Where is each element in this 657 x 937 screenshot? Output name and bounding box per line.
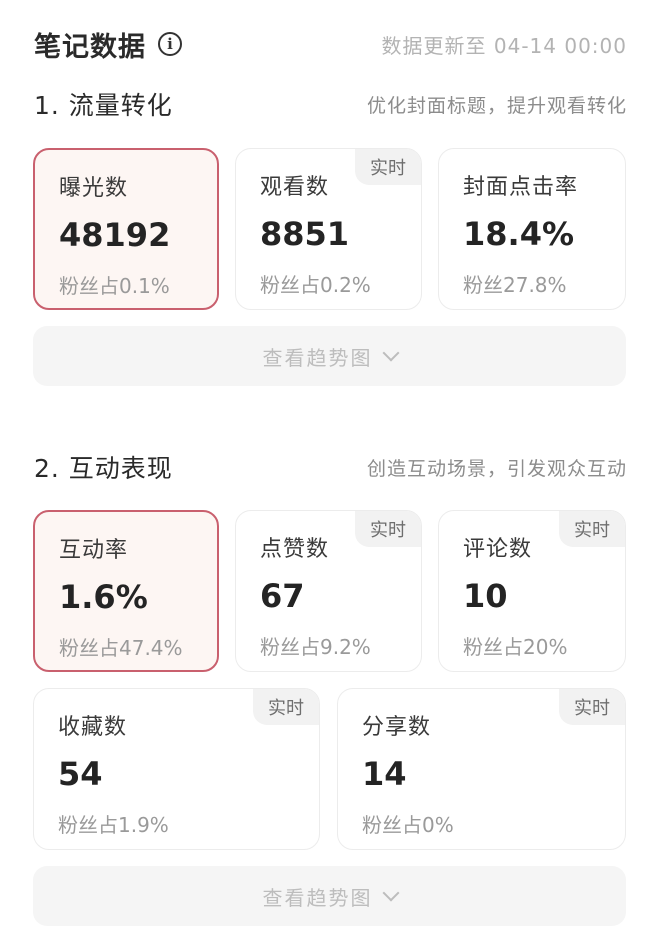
view-trend-button-engagement[interactable]: 查看趋势图 [33,866,626,926]
update-time: 数据更新至 04-14 00:00 [381,33,627,58]
section-tip: 创造互动场景，引发观众互动 [366,457,627,480]
realtime-badge: 实时 [559,689,625,725]
info-icon[interactable]: i [158,32,182,56]
section-traffic-header: 1. 流量转化 优化封面标题，提升观看转化 [34,84,627,124]
metric-value: 8851 [260,215,350,253]
metric-card-views[interactable]: 观看数 8851 粉丝占0.2% 实时 [235,148,422,310]
header: 笔记数据 i 数据更新至 04-14 00:00 [34,22,627,66]
metric-label: 互动率 [59,538,129,563]
metric-card-shares[interactable]: 分享数 14 粉丝占0% 实时 [337,688,626,850]
metric-value: 14 [362,755,407,793]
metric-label: 评论数 [463,537,533,562]
section-title: 2. 互动表现 [34,454,173,483]
metric-card-exposure[interactable]: 曝光数 48192 粉丝占0.1% [33,148,219,310]
metric-value: 48192 [59,216,171,254]
trend-label: 查看趋势图 [262,345,373,370]
metric-value: 10 [463,577,508,615]
metric-label: 曝光数 [59,176,129,201]
trend-label: 查看趋势图 [262,885,373,910]
metric-label: 点赞数 [260,537,330,562]
metric-label: 收藏数 [58,715,128,740]
metric-card-engagement-rate[interactable]: 互动率 1.6% 粉丝占47.4% [33,510,219,672]
metric-value: 18.4% [463,215,575,253]
page-title: 笔记数据 [34,31,146,63]
chevron-down-icon [382,344,399,362]
realtime-badge: 实时 [253,689,319,725]
realtime-badge: 实时 [559,511,625,547]
section-tip: 优化封面标题，提升观看转化 [366,94,627,117]
section-title: 1. 流量转化 [34,91,173,120]
metric-value: 67 [260,577,305,615]
metric-label: 分享数 [362,715,432,740]
metric-value: 54 [58,755,103,793]
metric-fan-ratio: 粉丝占0.2% [260,273,371,297]
metric-card-comments[interactable]: 评论数 10 粉丝占20% 实时 [438,510,626,672]
realtime-badge: 实时 [355,149,421,185]
metric-fan-ratio: 粉丝占47.4% [59,636,183,660]
metric-fan-ratio: 粉丝占20% [463,635,568,659]
view-trend-button-traffic[interactable]: 查看趋势图 [33,326,626,386]
metric-label: 封面点击率 [463,175,579,200]
metric-fan-ratio: 粉丝27.8% [463,273,567,297]
metric-card-favorites[interactable]: 收藏数 54 粉丝占1.9% 实时 [33,688,320,850]
metric-card-cover-ctr[interactable]: 封面点击率 18.4% 粉丝27.8% [438,148,626,310]
header-left: 笔记数据 i [34,25,182,64]
metric-label: 观看数 [260,175,330,200]
metric-fan-ratio: 粉丝占1.9% [58,813,169,837]
metric-fan-ratio: 粉丝占0.1% [59,274,170,298]
metric-fan-ratio: 粉丝占9.2% [260,635,371,659]
section-engagement-header: 2. 互动表现 创造互动场景，引发观众互动 [34,447,627,487]
realtime-badge: 实时 [355,511,421,547]
metric-fan-ratio: 粉丝占0% [362,813,454,837]
metric-card-likes[interactable]: 点赞数 67 粉丝占9.2% 实时 [235,510,422,672]
chevron-down-icon [382,884,399,902]
metric-value: 1.6% [59,578,148,616]
